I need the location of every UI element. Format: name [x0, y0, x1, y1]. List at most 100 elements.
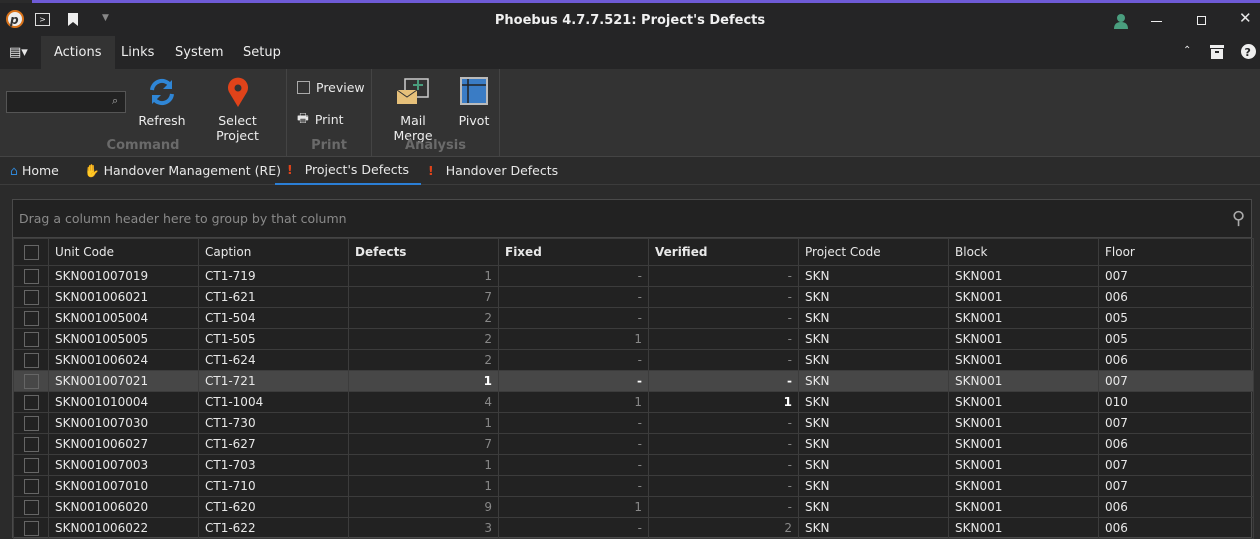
- cell-fixed: -: [498, 517, 649, 539]
- table-row[interactable]: SKN001007010 CT1-710 1- - SKN SKN001 007: [13, 475, 1254, 497]
- cell-fixed: -: [498, 454, 649, 476]
- cell-project-code: SKN: [798, 349, 949, 371]
- cell-fixed: -: [498, 475, 649, 497]
- minimize-button[interactable]: [1151, 21, 1162, 22]
- table-row[interactable]: SKN001007030 CT1-730 1- - SKN SKN001 007: [13, 412, 1254, 434]
- column-header-fixed[interactable]: Fixed: [498, 238, 649, 266]
- cell-unit-code: SKN001006027: [48, 433, 199, 455]
- cell-project-code: SKN: [798, 475, 949, 497]
- row-checkbox[interactable]: [13, 496, 49, 518]
- row-checkbox[interactable]: [13, 391, 49, 413]
- doc-tab-home[interactable]: ⌂ Home: [10, 157, 59, 185]
- table-row[interactable]: SKN001006021 CT1-621 7- - SKN SKN001 006: [13, 286, 1254, 308]
- table-row[interactable]: SKN001005004 CT1-504 2- - SKN SKN001 005: [13, 307, 1254, 329]
- table-row[interactable]: SKN001006020 CT1-620 9 1- SKN SKN001 006: [13, 496, 1254, 518]
- table-row[interactable]: SKN001006027 CT1-627 7- - SKN SKN001 006: [13, 433, 1254, 455]
- row-checkbox[interactable]: [13, 328, 49, 350]
- cell-project-code: SKN: [798, 454, 949, 476]
- user-icon[interactable]: [1114, 13, 1128, 29]
- column-header-verified[interactable]: Verified: [648, 238, 799, 266]
- cell-floor: 005: [1098, 328, 1254, 350]
- cell-floor: 006: [1098, 433, 1254, 455]
- row-checkbox[interactable]: [13, 412, 49, 434]
- column-header-unit-code[interactable]: Unit Code: [48, 238, 199, 266]
- table-row[interactable]: SKN001005005 CT1-505 2 1- SKN SKN001 005: [13, 328, 1254, 350]
- cell-defects: 1: [348, 370, 499, 392]
- refresh-button[interactable]: Refresh: [137, 77, 187, 128]
- cell-defects: 1: [348, 412, 499, 434]
- tab-links[interactable]: Links: [108, 36, 167, 69]
- cell-project-code: SKN: [798, 370, 949, 392]
- row-checkbox[interactable]: [13, 307, 49, 329]
- cell-project-code: SKN: [798, 307, 949, 329]
- table-row[interactable]: SKN001007021 CT1-721 1- - SKN SKN001 007: [13, 370, 1254, 392]
- row-checkbox[interactable]: [13, 517, 49, 539]
- select-project-button[interactable]: Select Project: [195, 77, 280, 143]
- cell-block: SKN001: [948, 496, 1099, 518]
- alert-icon: !: [428, 163, 434, 178]
- title-bar: p > ▼ Phoebus 4.7.7.521: Project's Defec…: [0, 3, 1260, 37]
- maximize-button[interactable]: [1197, 16, 1206, 25]
- doc-tab-handover-defects[interactable]: ! Handover Defects: [428, 157, 558, 185]
- close-button[interactable]: ✕: [1239, 9, 1252, 27]
- row-checkbox[interactable]: [13, 265, 49, 287]
- row-checkbox[interactable]: [13, 475, 49, 497]
- tab-setup[interactable]: Setup: [230, 36, 294, 69]
- row-checkbox[interactable]: [13, 370, 49, 392]
- archive-icon[interactable]: [1210, 45, 1224, 59]
- select-all-checkbox[interactable]: [13, 238, 49, 266]
- doc-tab-label: Home: [21, 163, 59, 178]
- print-group: Preview 🖶 Print Print: [287, 69, 372, 157]
- group-hint: Drag a column header here to group by th…: [19, 211, 347, 226]
- mail-merge-button[interactable]: Mail Merge: [380, 77, 446, 143]
- table-row[interactable]: SKN001006024 CT1-624 2- - SKN SKN001 006: [13, 349, 1254, 371]
- cell-fixed: -: [498, 265, 649, 287]
- column-header-defects[interactable]: Defects: [348, 238, 499, 266]
- row-checkbox[interactable]: [13, 349, 49, 371]
- table-row[interactable]: SKN001007019 CT1-719 1- - SKN SKN001 007: [13, 265, 1254, 287]
- collapse-ribbon-icon[interactable]: ⌃: [1183, 45, 1191, 56]
- column-header-block[interactable]: Block: [948, 238, 1099, 266]
- column-header-floor[interactable]: Floor: [1098, 238, 1254, 266]
- cell-defects: 2: [348, 307, 499, 329]
- column-header-project-code[interactable]: Project Code: [798, 238, 949, 266]
- cell-fixed: -: [498, 349, 649, 371]
- group-panel[interactable]: Drag a column header here to group by th…: [13, 200, 1251, 238]
- ribbon-tabs: ▤▾ Actions Links System Setup ⌃ ?: [0, 36, 1260, 69]
- tab-system[interactable]: System: [162, 36, 236, 69]
- table-row[interactable]: SKN001006022 CT1-622 3-2 SKN SKN001 006: [13, 517, 1254, 539]
- preview-button[interactable]: Preview: [297, 80, 365, 95]
- cell-defects: 2: [348, 349, 499, 371]
- table-row[interactable]: SKN001010004 CT1-1004 4 1 1 SKN SKN001 010: [13, 391, 1254, 413]
- table-row[interactable]: SKN001007003 CT1-703 1- - SKN SKN001 007: [13, 454, 1254, 476]
- cell-defects: 3: [348, 517, 499, 539]
- pivot-button[interactable]: Pivot: [454, 77, 494, 128]
- help-icon[interactable]: ?: [1241, 44, 1256, 59]
- row-checkbox[interactable]: [13, 286, 49, 308]
- search-input[interactable]: [6, 91, 126, 113]
- cell-verified: -: [648, 370, 799, 392]
- row-checkbox[interactable]: [13, 454, 49, 476]
- app-menu-icon[interactable]: ▤▾: [9, 45, 28, 60]
- doc-tab-projects-defects[interactable]: ! Project's Defects: [275, 157, 422, 185]
- defects-grid: Drag a column header here to group by th…: [12, 199, 1254, 539]
- cell-block: SKN001: [948, 454, 1099, 476]
- cell-floor: 007: [1098, 454, 1254, 476]
- cell-caption: CT1-621: [198, 286, 349, 308]
- cell-block: SKN001: [948, 391, 1099, 413]
- search-icon[interactable]: ⚲: [1232, 200, 1245, 238]
- cell-project-code: SKN: [798, 265, 949, 287]
- cell-project-code: SKN: [798, 286, 949, 308]
- cell-floor: 010: [1098, 391, 1254, 413]
- cell-caption: CT1-719: [198, 265, 349, 287]
- cell-unit-code: SKN001005005: [48, 328, 199, 350]
- cell-block: SKN001: [948, 286, 1099, 308]
- print-button[interactable]: 🖶 Print: [297, 109, 344, 130]
- tab-actions[interactable]: Actions: [41, 36, 115, 69]
- doc-tab-handover-management[interactable]: ✋ Handover Management (RE): [84, 157, 281, 185]
- cell-block: SKN001: [948, 349, 1099, 371]
- column-header-caption[interactable]: Caption: [198, 238, 349, 266]
- cell-defects: 9: [348, 496, 499, 518]
- cell-fixed: -: [498, 307, 649, 329]
- row-checkbox[interactable]: [13, 433, 49, 455]
